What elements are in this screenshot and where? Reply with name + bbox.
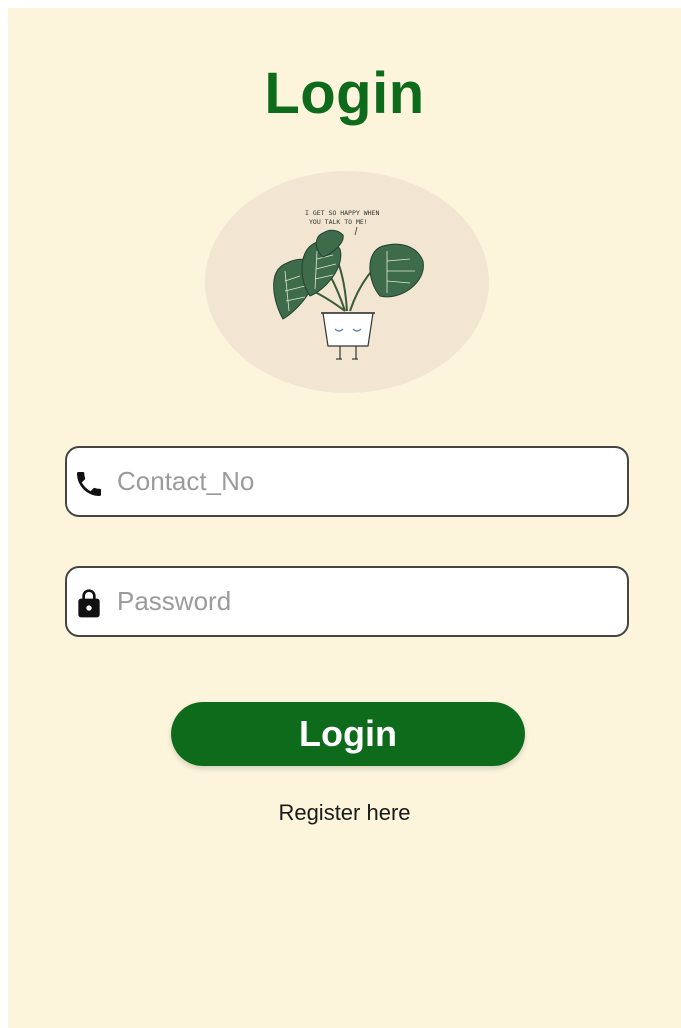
password-input[interactable] (117, 568, 617, 635)
login-screen: Login I GET SO HAPPY WHEN YOU TALK TO ME… (8, 8, 681, 1028)
phone-icon (77, 472, 101, 496)
lock-icon (78, 589, 100, 618)
register-link[interactable]: Register here (8, 800, 681, 826)
page-title: Login (264, 61, 425, 126)
contact-field[interactable] (65, 446, 629, 517)
login-button[interactable]: Login (171, 702, 525, 766)
password-field[interactable] (65, 566, 629, 637)
plant-illustration: I GET SO HAPPY WHEN YOU TALK TO ME! (205, 171, 489, 393)
contact-number-input[interactable] (117, 448, 617, 515)
speech-text-line-1: I GET SO HAPPY WHEN (305, 209, 379, 217)
speech-text-line-2: YOU TALK TO ME! (309, 218, 368, 226)
